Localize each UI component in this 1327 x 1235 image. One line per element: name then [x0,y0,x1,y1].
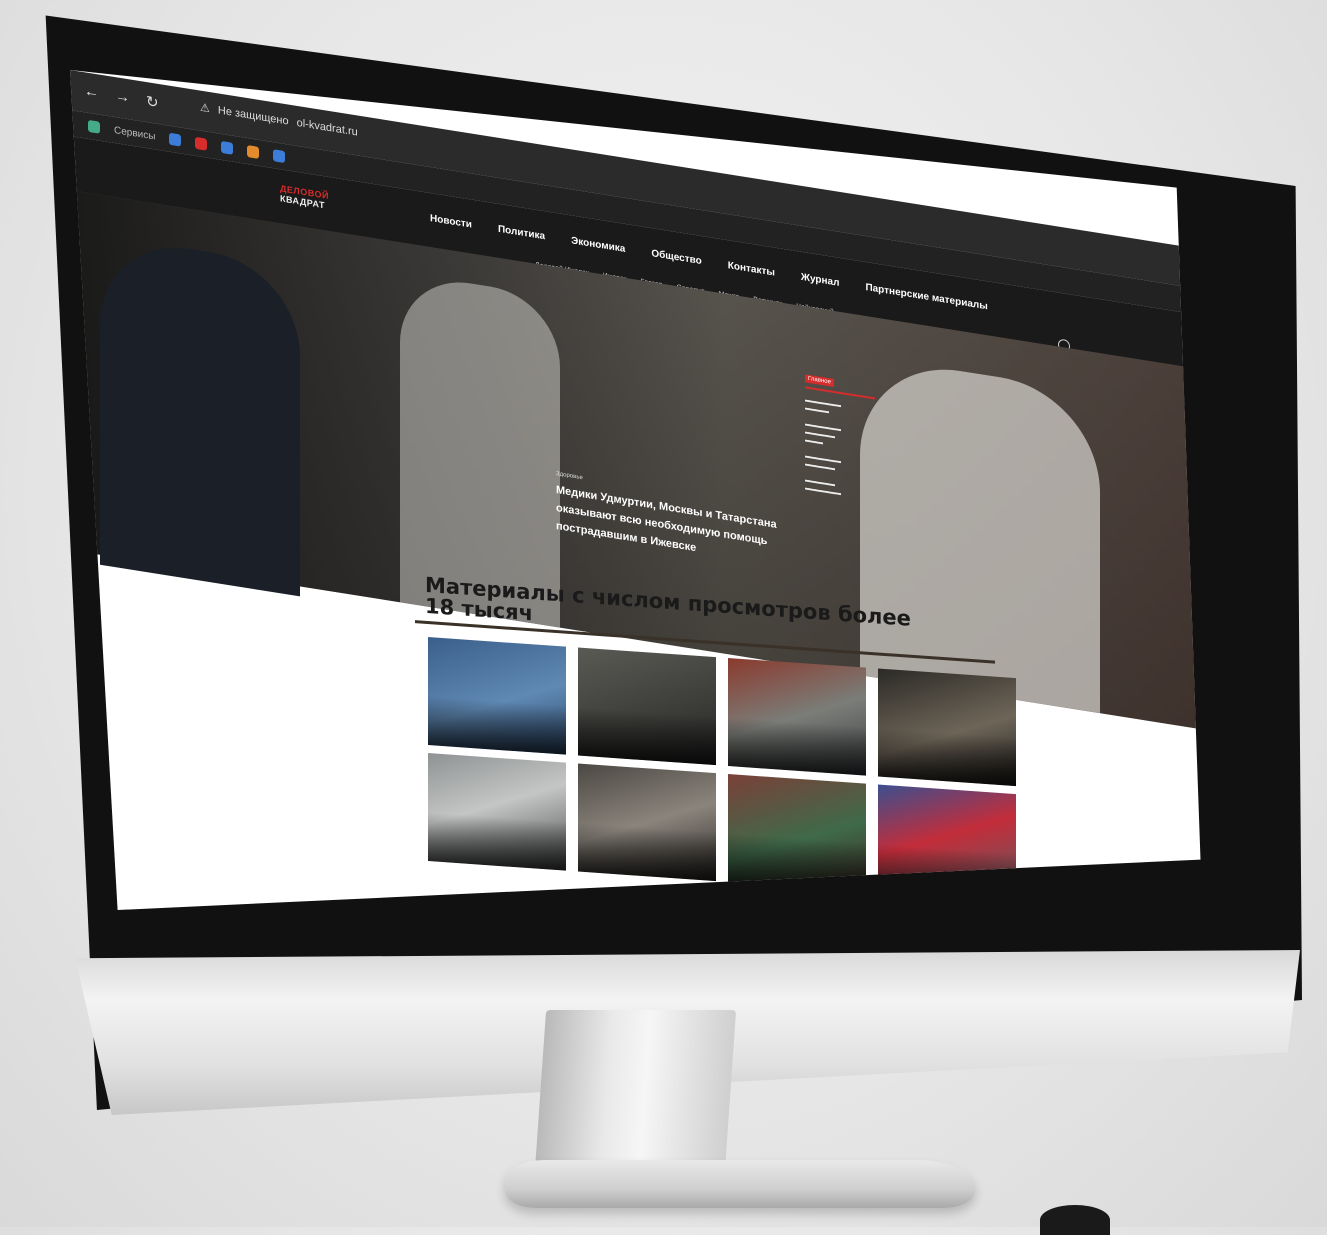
bookmark-icon[interactable] [221,140,234,155]
side-feed-item[interactable]: ▬▬▬▬▬▬ ▬▬▬▬ [805,396,875,423]
back-icon[interactable]: ← [84,82,99,102]
hero-title[interactable]: Медики Удмуртии, Москвы и Татарстана ока… [556,481,796,573]
article-card[interactable] [578,763,716,882]
side-feed-tag[interactable]: Главное [805,374,834,387]
url-text[interactable]: ol-kvadrat.ru [297,116,358,138]
article-card[interactable] [728,658,866,776]
screen: ← → ↻ ⚠ Не защищено ol-kvadrat.ru Сервис… [70,70,1201,910]
bookmark-icon[interactable] [273,149,286,164]
nav-item[interactable]: Экономика [571,235,625,255]
site-logo[interactable]: ДЕЛОВОЙ КВАДРАТ [280,183,329,211]
side-feed-item[interactable]: ▬▬▬▬▬▬▬▬▬▬▬ [805,452,875,479]
nav-item[interactable]: Журнал [801,272,840,289]
bookmark-icon[interactable] [247,145,260,160]
article-grid [428,637,1016,903]
bookmark-icon[interactable] [195,136,208,151]
bookmark-icon[interactable] [169,132,182,147]
warning-icon: ⚠ [200,101,210,116]
bookmark-services[interactable]: Сервисы [114,124,155,142]
nav-item[interactable]: Общество [651,248,701,267]
nav-item[interactable]: Новости [430,213,472,231]
nav-item[interactable]: Контакты [728,260,775,278]
hero-category: Здоровье [556,470,583,482]
address-bar[interactable]: ⚠ Не защищено ol-kvadrat.ru [200,101,358,139]
article-card[interactable] [428,753,566,871]
apps-icon[interactable] [88,119,100,134]
article-card[interactable] [578,647,716,766]
reload-icon[interactable]: ↻ [146,92,159,112]
side-feed-item[interactable]: ▬▬▬▬▬▬ ▬▬▬▬▬ ▬▬▬ [805,420,875,455]
nav-item[interactable]: Политика [498,224,545,242]
mouse [1040,1205,1110,1235]
monitor-stand [533,1010,737,1185]
article-card[interactable] [728,774,866,892]
article-card[interactable] [878,668,1016,787]
article-card[interactable] [428,637,566,755]
monitor-base [505,1160,975,1208]
security-label: Не защищено [217,103,289,128]
side-feed-item[interactable]: ▬▬▬▬▬▬▬▬▬▬▬ [805,476,875,503]
nav-item[interactable]: Партнерские материалы [865,282,987,312]
side-news-feed: Главное ▬▬▬▬▬▬ ▬▬▬▬ ▬▬▬▬▬▬ ▬▬▬▬▬ ▬▬▬ ▬▬▬▬▬▬… [805,374,875,503]
hero-photo-figure [100,234,300,597]
forward-icon[interactable]: → [115,87,130,107]
